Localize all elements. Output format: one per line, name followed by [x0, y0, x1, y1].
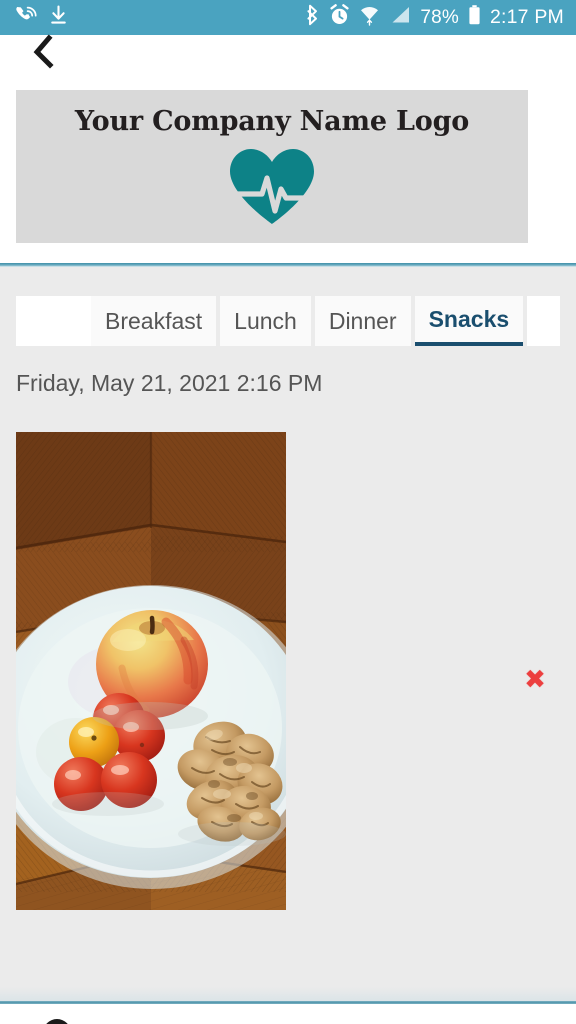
- status-bar-right-icons: 78% 2:17 PM: [305, 4, 564, 31]
- tab-bar-right-spacer: [527, 296, 560, 346]
- app-screen: 78% 2:17 PM Your Company Name Logo Break…: [0, 0, 576, 1024]
- signal-icon: [389, 4, 411, 31]
- meal-log-content: Breakfast Lunch Dinner Snacks Friday, Ma…: [0, 267, 576, 1003]
- wifi-calling-icon: [14, 4, 38, 31]
- tab-dinner[interactable]: Dinner: [314, 296, 411, 346]
- download-icon: [50, 4, 67, 31]
- status-bar-left-icons: [14, 4, 67, 31]
- entry-timestamp: Friday, May 21, 2021 2:16 PM: [16, 370, 323, 396]
- delete-entry-button[interactable]: ✖: [519, 664, 551, 696]
- tab-snacks[interactable]: Snacks: [414, 296, 524, 346]
- back-button[interactable]: [22, 31, 70, 79]
- battery-percent-label: 78%: [420, 7, 459, 28]
- bottom-nav-item-icon[interactable]: [38, 1014, 76, 1024]
- app-header: Your Company Name Logo: [0, 34, 576, 265]
- wifi-icon: [359, 4, 380, 31]
- tab-lunch[interactable]: Lunch: [220, 296, 311, 346]
- bottom-nav-bar: [0, 1004, 576, 1024]
- company-logo-text: Your Company Name Logo: [74, 106, 470, 137]
- bluetooth-icon: [305, 4, 320, 31]
- meal-tab-bar: Breakfast Lunch Dinner Snacks: [16, 296, 560, 346]
- close-icon: ✖: [524, 665, 546, 695]
- tab-bar-left-spacer: [16, 296, 91, 346]
- company-logo: Your Company Name Logo: [16, 90, 528, 243]
- meal-photo[interactable]: [16, 432, 286, 910]
- alarm-icon: [329, 4, 350, 31]
- tab-breakfast[interactable]: Breakfast: [91, 296, 217, 346]
- battery-icon: [468, 4, 481, 31]
- heart-pulse-icon: [225, 145, 319, 232]
- status-clock: 2:17 PM: [489, 5, 564, 28]
- status-bar: 78% 2:17 PM: [0, 0, 576, 35]
